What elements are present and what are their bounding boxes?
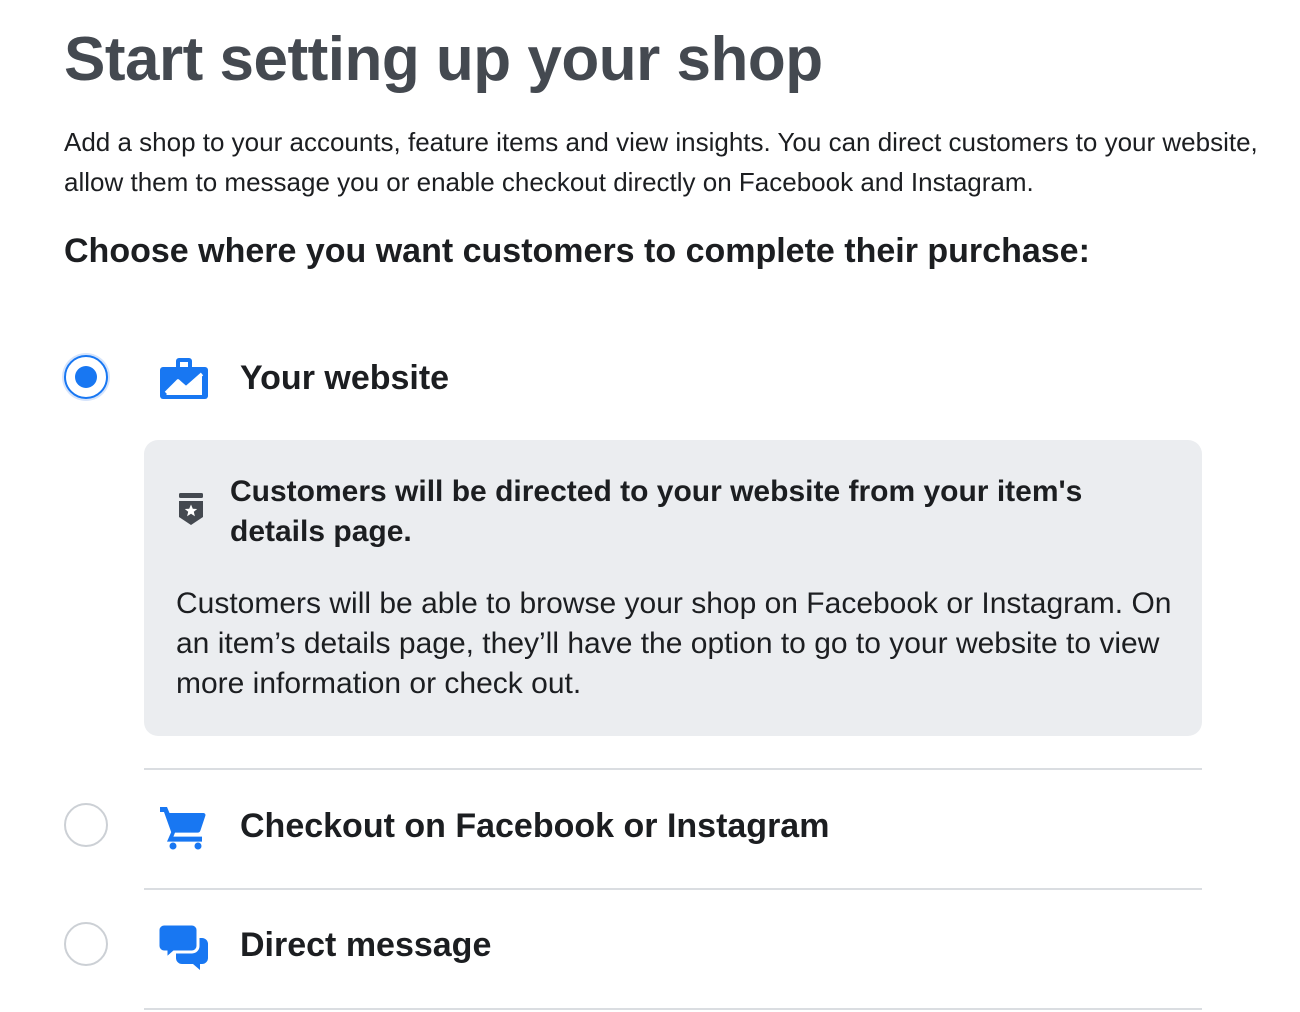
option-checkout[interactable]: Checkout on Facebook or Instagram [64, 803, 1202, 851]
info-body: Customers will be able to browse your sh… [176, 587, 1172, 700]
option-your-website[interactable]: Your website [64, 355, 1202, 403]
badge-star-icon [179, 493, 203, 525]
radio-direct-message[interactable] [64, 922, 108, 966]
website-briefcase-icon [160, 358, 208, 399]
option-direct-message[interactable]: Direct message [64, 922, 1202, 970]
chat-bubbles-icon [158, 922, 208, 970]
option-label-your-website: Your website [240, 359, 450, 397]
option-label-checkout: Checkout on Facebook or Instagram [240, 807, 830, 845]
divider [144, 768, 1202, 770]
option-label-direct-message: Direct message [240, 926, 492, 964]
divider [144, 888, 1202, 890]
radio-your-website[interactable] [64, 355, 108, 399]
radio-checkout[interactable] [64, 803, 108, 847]
shopping-cart-icon [160, 807, 206, 850]
purchase-location-question: Choose where you want customers to compl… [64, 232, 1090, 270]
radio-selected-dot [75, 366, 97, 388]
divider [144, 1008, 1202, 1010]
intro-description: Add a shop to your accounts, feature ite… [64, 127, 1258, 197]
page-title: Start setting up your shop [64, 25, 823, 94]
website-info-box: Customers will be directed to your websi… [144, 440, 1202, 736]
info-heading: Customers will be directed to your websi… [230, 475, 1083, 548]
